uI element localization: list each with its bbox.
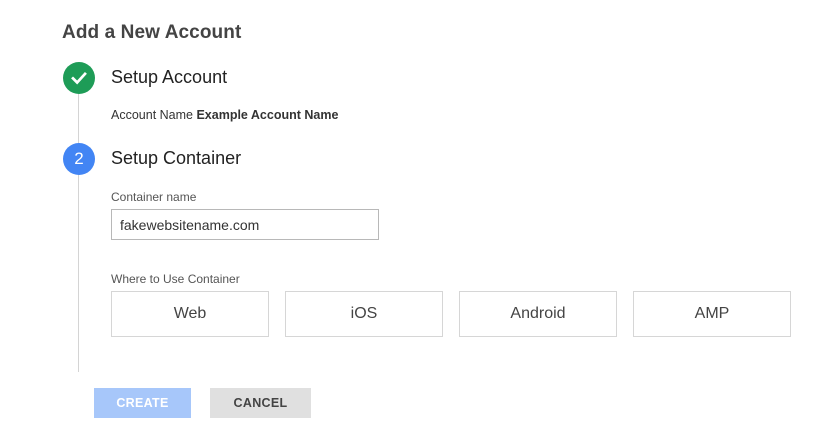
page-title: Add a New Account xyxy=(62,22,242,43)
platform-option-ios[interactable]: iOS xyxy=(285,291,443,337)
checkmark-icon xyxy=(71,71,87,85)
create-button[interactable]: CREATE xyxy=(94,388,191,418)
step-complete-checkmark-icon xyxy=(63,62,95,94)
platform-options: Web iOS Android AMP xyxy=(111,291,791,337)
account-name-summary: Account Name Example Account Name xyxy=(111,108,338,122)
step2-title: Setup Container xyxy=(111,148,242,168)
where-to-use-label: Where to Use Container xyxy=(111,272,240,286)
platform-option-android[interactable]: Android xyxy=(459,291,617,337)
container-name-input[interactable] xyxy=(111,209,379,240)
step1-title: Setup Account xyxy=(111,67,228,87)
stepper-line xyxy=(78,92,79,372)
step-number-badge: 2 xyxy=(63,143,95,175)
cancel-button[interactable]: CANCEL xyxy=(210,388,311,418)
add-account-page: Add a New Account Setup Account Account … xyxy=(0,0,819,439)
platform-option-web[interactable]: Web xyxy=(111,291,269,337)
container-name-label: Container name xyxy=(111,190,197,204)
account-name-value: Example Account Name xyxy=(196,108,339,122)
platform-option-amp[interactable]: AMP xyxy=(633,291,791,337)
account-name-label: Account Name xyxy=(111,108,193,122)
